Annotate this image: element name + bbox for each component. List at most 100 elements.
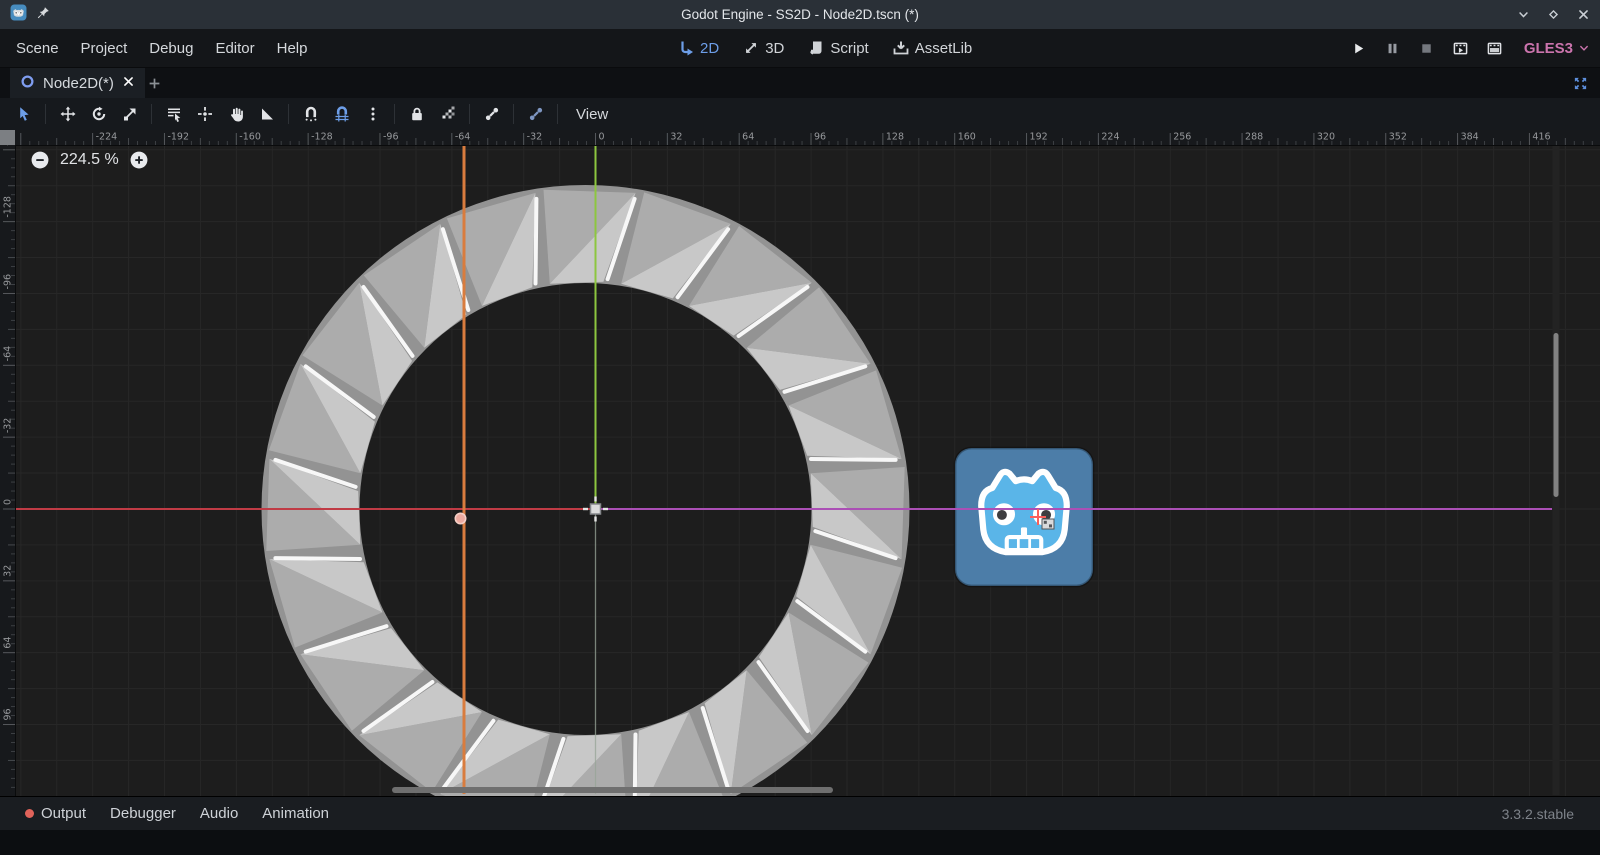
- ruler-label: -64: [455, 132, 471, 143]
- bottom-tab-label: Animation: [262, 805, 329, 822]
- zoom-out-button[interactable]: [31, 151, 49, 169]
- engine-version: 3.3.2.stable: [1502, 797, 1574, 830]
- pause-icon: [1385, 41, 1400, 56]
- stop-button[interactable]: [1414, 36, 1439, 60]
- canvas-toolbar: View: [0, 98, 1600, 130]
- bottom-tab-audio[interactable]: Audio: [188, 805, 250, 822]
- ruler-label: -160: [2, 145, 13, 146]
- bottom-tab-debugger[interactable]: Debugger: [98, 805, 188, 822]
- menubar: SceneProjectDebugEditorHelp 2D 3D Script As…: [0, 29, 1600, 68]
- toothed-ring-shape[interactable]: [262, 185, 910, 796]
- expand-canvas-button[interactable]: [1568, 71, 1592, 95]
- scene-tab-close-slot[interactable]: [122, 75, 135, 92]
- ruler-label: 320: [1317, 132, 1335, 143]
- play-button[interactable]: [1346, 36, 1371, 60]
- add-scene-tab-button[interactable]: [142, 71, 166, 95]
- snap-options-button[interactable]: [357, 101, 388, 127]
- move-pivot-tool-button[interactable]: [189, 101, 220, 127]
- workspace-assetlib[interactable]: AssetLib: [893, 40, 973, 57]
- workspace-script[interactable]: Script: [808, 40, 868, 57]
- snap-options-icon: [365, 106, 381, 122]
- menu-debug[interactable]: Debug: [138, 29, 204, 67]
- viewport-canvas[interactable]: -224-192-160-128-96-64-32032649612816019…: [0, 130, 1600, 797]
- move-tool-button[interactable]: [52, 101, 83, 127]
- scene-tab-label: Node2D(*): [43, 75, 114, 92]
- workspace-label: AssetLib: [915, 40, 973, 57]
- shape-control-point[interactable]: [455, 513, 465, 523]
- bottom-tab-animation[interactable]: Animation: [250, 805, 341, 822]
- ruler-tool-icon: [259, 106, 275, 122]
- play-icon: [1351, 41, 1366, 56]
- bottom-panel-bar: OutputDebuggerAudio Animation: [0, 797, 1600, 830]
- play-custom-scene-icon: [1487, 41, 1502, 56]
- skeleton-options-button[interactable]: [520, 101, 551, 127]
- ruler-label: 224: [1101, 132, 1119, 143]
- godot-logo-sprite[interactable]: [955, 448, 1093, 586]
- minimize-window-button[interactable]: [1514, 6, 1532, 24]
- plus-icon: [147, 76, 162, 91]
- workspace-2d-icon: [678, 40, 694, 56]
- ruler-tool-button[interactable]: [251, 101, 282, 127]
- ruler-label: 192: [1030, 132, 1048, 143]
- menu-editor[interactable]: Editor: [204, 29, 265, 67]
- playbar: GLES3: [1346, 29, 1590, 67]
- workspace-label: Script: [830, 40, 868, 57]
- group-button[interactable]: [432, 101, 463, 127]
- menu-project[interactable]: Project: [70, 29, 139, 67]
- maximize-window-button[interactable]: [1544, 6, 1562, 24]
- pause-button[interactable]: [1380, 36, 1405, 60]
- ruler-label: -96: [3, 274, 14, 290]
- ruler-label: -160: [239, 132, 261, 143]
- list-select-tool-button[interactable]: [158, 101, 189, 127]
- toolbar-separator: [557, 104, 558, 124]
- close-icon: [1577, 8, 1590, 21]
- zoom-in-button[interactable]: [130, 151, 148, 169]
- grid-snap-button[interactable]: [326, 101, 357, 127]
- zoom-minus-icon: [31, 151, 49, 169]
- workspace-3d[interactable]: 3D: [743, 40, 784, 57]
- renderer-selector[interactable]: GLES3: [1524, 40, 1590, 57]
- h-scrollbar-thumb[interactable]: [392, 787, 833, 793]
- ruler-label: 96: [3, 708, 14, 720]
- v-scrollbar-thumb[interactable]: [1554, 333, 1559, 497]
- toolbar-separator: [151, 104, 152, 124]
- scene-tabbar: Node2D(*): [0, 68, 1600, 98]
- select-tool-button[interactable]: [8, 101, 39, 127]
- workspace-2d[interactable]: 2D: [678, 40, 719, 57]
- workspace-script-icon: [808, 40, 824, 56]
- list-select-tool-icon: [166, 106, 182, 122]
- node2d-circle-icon: [20, 74, 35, 89]
- ruler-corner[interactable]: [0, 130, 15, 145]
- ruler-label: 0: [3, 499, 14, 505]
- smart-snap-button[interactable]: [295, 101, 326, 127]
- lock-button[interactable]: [401, 101, 432, 127]
- group-icon: [440, 106, 456, 122]
- menu-scene[interactable]: Scene: [5, 29, 70, 67]
- workspace-assetlib-icon: [893, 40, 909, 56]
- horizontal-ruler[interactable]: -224-192-160-128-96-64-32032649612816019…: [15, 130, 1600, 146]
- scene-tab-node2d[interactable]: Node2D(*): [10, 68, 145, 98]
- toolbar-separator: [469, 104, 470, 124]
- scene-svg[interactable]: [0, 130, 1600, 796]
- pan-tool-button[interactable]: [220, 101, 251, 127]
- zoom-level-label[interactable]: 224.5 %: [60, 151, 119, 169]
- rotate-tool-button[interactable]: [83, 101, 114, 127]
- vertical-ruler[interactable]: -160-128-96-64-320326496: [0, 145, 16, 796]
- scale-tool-button[interactable]: [114, 101, 145, 127]
- menubar-menus: SceneProjectDebugEditorHelp: [5, 29, 318, 67]
- view-menu-button[interactable]: View: [564, 106, 620, 123]
- play-custom-scene-button[interactable]: [1482, 36, 1507, 60]
- play-scene-button[interactable]: [1448, 36, 1473, 60]
- bottom-tab-output[interactable]: Output: [13, 805, 98, 822]
- toolbar-separator: [45, 104, 46, 124]
- zoom-plus-icon: [130, 151, 148, 169]
- workspace-switcher: 2D 3D Script AssetLib: [678, 29, 972, 67]
- close-window-button[interactable]: [1574, 6, 1592, 24]
- toolbar-separator: [394, 104, 395, 124]
- bone-button[interactable]: [476, 101, 507, 127]
- menu-help[interactable]: Help: [266, 29, 319, 67]
- ruler-label: 416: [1532, 132, 1550, 143]
- move-tool-icon: [60, 106, 76, 122]
- ruler-label: -224: [96, 132, 118, 143]
- ruler-label: 128: [886, 132, 904, 143]
